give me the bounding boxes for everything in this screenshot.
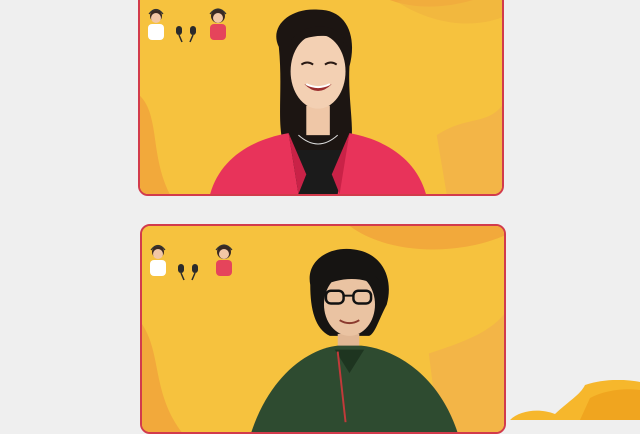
decorative-blob [510,380,640,420]
speaker-2-video [251,248,458,432]
video-tile-speaker-1[interactable] [138,0,504,196]
video-tile-speaker-2[interactable] [140,224,506,434]
speaker-1-video [210,9,426,194]
